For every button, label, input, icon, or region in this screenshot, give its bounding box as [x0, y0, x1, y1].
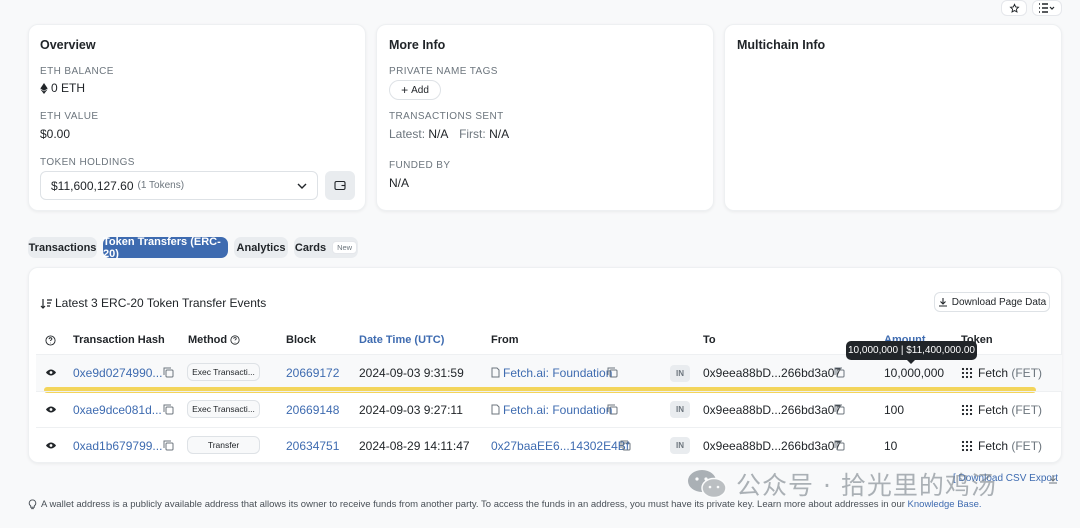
wallet-icon: [334, 180, 346, 191]
to-address: 0x9eea88bD...266bd3a07: [703, 439, 842, 453]
block-link[interactable]: 20669172: [286, 366, 339, 380]
download-page-data-button[interactable]: Download Page Data: [934, 292, 1050, 312]
token-holdings-dropdown[interactable]: $11,600,127.60 (1 Tokens): [40, 171, 318, 200]
tx-hash-link[interactable]: 0xe9d0274990...: [73, 366, 162, 380]
add-tag-button[interactable]: + Add: [389, 80, 441, 100]
block-link[interactable]: 20669148: [286, 403, 339, 417]
eth-value-value: $0.00: [40, 127, 71, 141]
view-details-button[interactable]: [40, 399, 62, 419]
new-badge: New: [332, 241, 358, 254]
help-circle-icon: [45, 335, 56, 346]
method-badge: Exec Transacti...: [187, 400, 260, 418]
column-header-hash: Transaction Hash: [73, 334, 165, 346]
tx-sent-values: Latest: N/A First: N/A: [389, 127, 510, 141]
more-info-title: More Info: [389, 38, 446, 52]
watermark: 公众号 · 拾光里的鸡汤: [686, 466, 997, 502]
copy-icon[interactable]: [607, 404, 618, 415]
multichain-card: Multichain Info: [724, 24, 1062, 211]
tab-cards[interactable]: Cards New: [294, 237, 358, 258]
to-address: 0x9eea88bD...266bd3a07: [703, 366, 842, 380]
list-icon: [1039, 3, 1055, 13]
amount-cell: 10,000,000: [884, 366, 945, 380]
fetch-token-icon: [961, 440, 973, 452]
column-header-method: Method: [188, 334, 240, 346]
funded-by-label: FUNDED BY: [389, 160, 451, 171]
token-cell[interactable]: Fetch (FET): [961, 366, 1042, 380]
method-badge: Transfer: [187, 436, 260, 454]
datetime-cell: 2024-08-29 14:11:47: [359, 439, 470, 453]
copy-icon[interactable]: [834, 404, 845, 415]
eye-icon: [46, 369, 56, 375]
tab-token-transfers[interactable]: Token Transfers (ERC-20): [103, 236, 228, 260]
sort-icon: [40, 298, 52, 309]
copy-icon[interactable]: [834, 440, 845, 451]
download-icon: [1049, 475, 1057, 484]
column-header-block: Block: [286, 334, 316, 346]
address-info-note: A wallet address is a publicly available…: [27, 499, 982, 510]
view-details-button[interactable]: [40, 435, 62, 455]
wallet-button[interactable]: [325, 171, 355, 200]
column-header-datetime[interactable]: Date Time (UTC): [359, 334, 444, 346]
from-address-link[interactable]: Fetch.ai: Foundation: [503, 366, 612, 380]
eth-balance-label: ETH BALANCE: [40, 66, 114, 77]
download-icon: [938, 298, 947, 307]
wechat-icon: [688, 470, 727, 499]
copy-icon[interactable]: [163, 367, 174, 378]
datetime-cell: 2024-09-03 9:31:59: [359, 366, 464, 380]
chevron-down-icon: [297, 183, 307, 189]
token-cell[interactable]: Fetch (FET): [961, 439, 1042, 453]
amount-tooltip: 10,000,000 | $11,400,000.00: [846, 341, 977, 360]
method-badge: Exec Transacti...: [187, 363, 260, 381]
token-holdings-label: TOKEN HOLDINGS: [40, 157, 135, 168]
overview-title: Overview: [40, 38, 96, 52]
copy-icon[interactable]: [163, 440, 174, 451]
private-tags-label: PRIVATE NAME TAGS: [389, 66, 498, 77]
contract-file-icon: [491, 367, 500, 378]
tab-transactions[interactable]: Transactions: [28, 237, 97, 258]
direction-in-badge: IN: [670, 365, 690, 382]
copy-icon[interactable]: [834, 367, 845, 378]
multichain-title: Multichain Info: [737, 38, 826, 52]
eye-icon: [46, 442, 56, 448]
from-address-link[interactable]: 0x27baaEE6...14302E4Bf: [491, 439, 629, 453]
tx-hash-link[interactable]: 0xad1b679799...: [73, 439, 162, 453]
plus-icon: +: [401, 83, 409, 97]
fetch-token-icon: [961, 367, 973, 379]
copy-icon[interactable]: [620, 440, 631, 451]
amount-cell: 100: [884, 403, 905, 417]
view-details-button[interactable]: [40, 362, 62, 382]
tx-hash-link[interactable]: 0xae9dce081d...: [73, 403, 162, 417]
favorite-button[interactable]: [1001, 0, 1027, 16]
eth-value-label: ETH VALUE: [40, 111, 99, 122]
fetch-token-icon: [961, 404, 973, 416]
block-link[interactable]: 20634751: [286, 439, 339, 453]
tooltip-arrow: [906, 359, 916, 364]
overview-card: Overview ETH BALANCE 0 ETH ETH VALUE $0.…: [28, 24, 366, 211]
more-info-card: More Info PRIVATE NAME TAGS + Add TRANSA…: [376, 24, 714, 211]
tx-sent-label: TRANSACTIONS SENT: [389, 111, 504, 122]
copy-icon[interactable]: [607, 367, 618, 378]
token-cell[interactable]: Fetch (FET): [961, 403, 1042, 417]
eye-icon: [46, 406, 56, 412]
list-options-button[interactable]: [1032, 0, 1062, 16]
amount-cell: 10: [884, 439, 898, 453]
direction-in-badge: IN: [670, 401, 690, 418]
contract-file-icon: [491, 404, 500, 415]
from-address-link[interactable]: Fetch.ai: Foundation: [503, 403, 612, 417]
knowledge-base-link[interactable]: Knowledge Base.: [908, 499, 982, 510]
funded-by-value: N/A: [389, 176, 410, 190]
info-icon: [230, 335, 240, 345]
star-icon: [1008, 2, 1020, 13]
tab-analytics[interactable]: Analytics: [234, 237, 288, 258]
to-address: 0x9eea88bD...266bd3a07: [703, 403, 842, 417]
copy-icon[interactable]: [163, 404, 174, 415]
table-heading: Latest 3 ERC-20 Token Transfer Events: [40, 296, 266, 310]
lightbulb-icon: [28, 499, 37, 510]
direction-in-badge: IN: [670, 437, 690, 454]
ethereum-icon: [40, 82, 48, 94]
column-header-from: From: [491, 334, 519, 346]
column-header-to: To: [703, 334, 716, 346]
datetime-cell: 2024-09-03 9:27:11: [359, 403, 463, 417]
eth-balance-value: 0 ETH: [40, 81, 85, 95]
